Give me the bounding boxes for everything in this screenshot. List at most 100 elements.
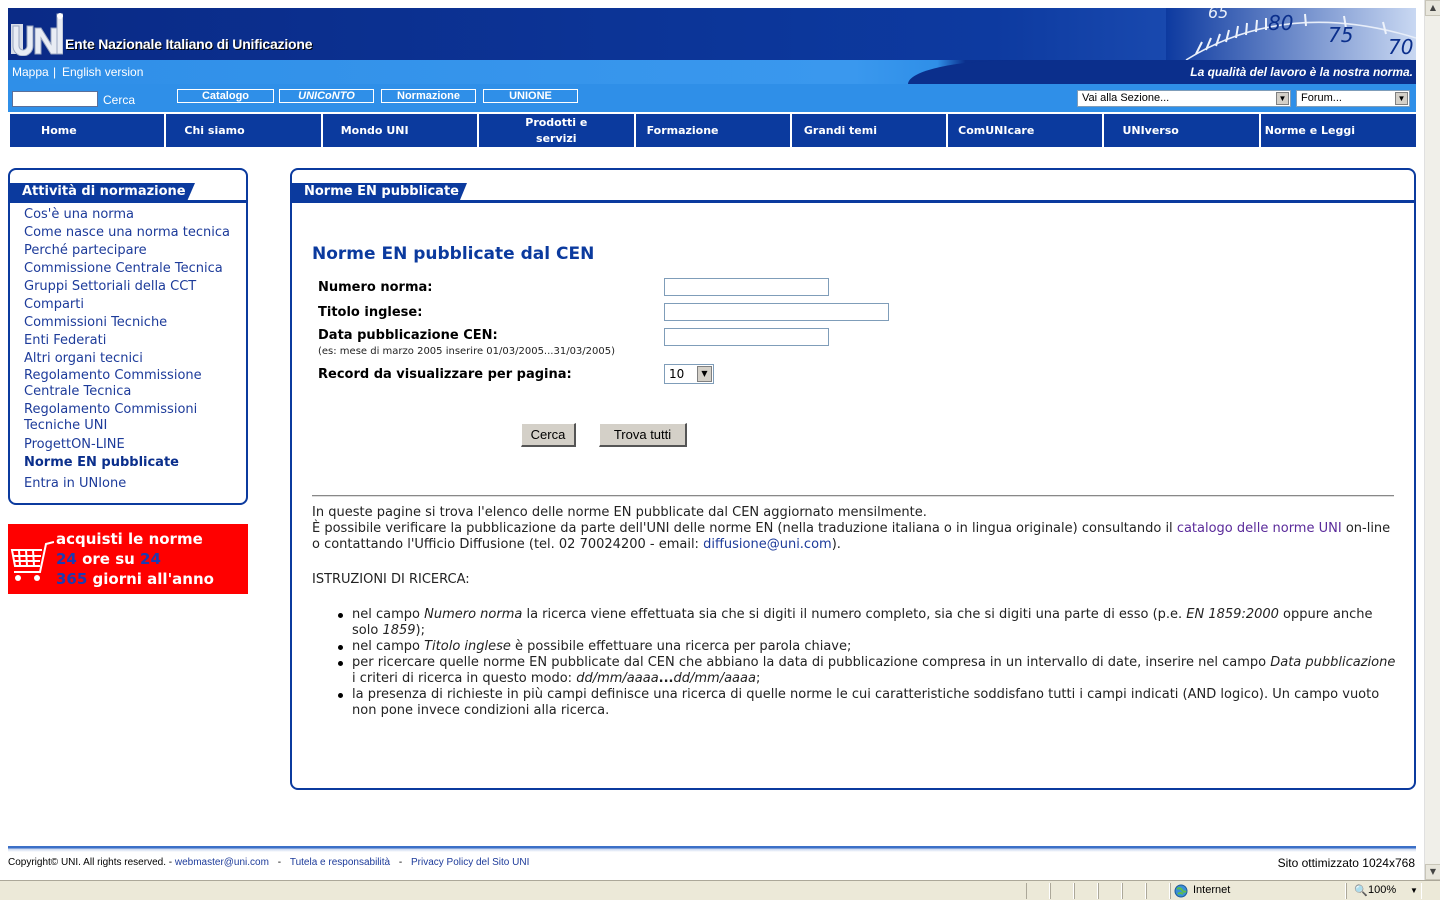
promo-hours-total: 24 [140, 550, 161, 568]
speedometer-graphic: 65 80 75 70 [1166, 8, 1416, 60]
scroll-up-icon[interactable]: ▲ [1425, 0, 1440, 16]
sidebar-menu: Cos'è una norma Come nasce una norma tec… [24, 206, 244, 493]
security-zone: Internet [1193, 884, 1231, 896]
catalogo-norme-link[interactable]: catalogo delle norme UNI [1177, 521, 1342, 536]
email-diffusione-link[interactable]: diffusione@uni.com [703, 537, 832, 552]
promo-line1: acquisti le norme [56, 530, 203, 548]
sidebar-title: Attività di normazione [22, 184, 186, 199]
status-bar: Internet 🔍 100% ▼ [0, 880, 1440, 900]
gauge-number: 75 [1328, 23, 1353, 47]
optimized-note: Sito ottimizzato 1024x768 [1277, 856, 1415, 870]
promo-banner[interactable]: acquisti le norme 24 ore su 24 365 giorn… [8, 524, 248, 594]
sidebar-item[interactable]: ProgettON-LINE [24, 436, 244, 454]
zoom-icon[interactable]: 🔍 [1354, 884, 1368, 897]
numero-norma-input[interactable] [664, 278, 829, 296]
records-per-page-label: Record da visualizzare per pagina: [318, 367, 572, 382]
records-per-page-value: 10 [669, 367, 685, 381]
main-navigation: Home Chi siamo Mondo UNI Prodotti e serv… [10, 114, 1417, 147]
sidebar-item[interactable]: Cos'è una norma [24, 206, 244, 224]
link-separator: | [53, 65, 57, 79]
sidebar-item[interactable]: Perché partecipare [24, 242, 244, 260]
divider [312, 495, 1394, 497]
uni-logo[interactable] [11, 10, 63, 56]
sidebar-panel: Attività di normazione Cos'è una norma C… [8, 168, 248, 505]
content-panel: Norme EN pubblicate Norme EN pubblicate … [290, 168, 1416, 790]
nav-comunicare[interactable]: ComUNIcare [948, 114, 1103, 147]
forum-select-value: Forum... [1301, 92, 1342, 104]
search-input[interactable] [12, 91, 98, 107]
chevron-down-icon[interactable]: ▼ [697, 366, 712, 382]
slogan: La qualità del lavoro è la nostra norma. [1190, 65, 1413, 79]
footer-divider [8, 846, 1416, 852]
chevron-down-icon[interactable]: ▼ [1395, 92, 1408, 105]
nav-universo[interactable]: UNIverso [1104, 114, 1259, 147]
nav-prodotti-servizi[interactable]: Prodotti e servizi [479, 114, 634, 147]
sidebar-item-active[interactable]: Norme EN pubblicate [24, 454, 244, 472]
list-item: per ricercare quelle norme EN pubblicate… [338, 655, 1396, 686]
zoom-level[interactable]: 100% [1368, 884, 1396, 896]
forum-select[interactable]: Forum... ▼ [1296, 90, 1410, 107]
globe-icon [1174, 884, 1188, 898]
webmaster-link[interactable]: webmaster@uni.com [175, 857, 269, 868]
trova-tutti-button[interactable]: Trova tutti [599, 423, 687, 447]
numero-norma-label: Numero norma: [318, 280, 433, 295]
shopping-cart-icon [10, 541, 54, 581]
gauge-number: 80 [1268, 11, 1293, 35]
link-english-version[interactable]: English version [62, 65, 143, 79]
sidebar-item[interactable]: Altri organi tecnici [24, 350, 244, 368]
records-per-page-select[interactable]: 10 ▼ [664, 364, 714, 384]
nav-mondo-uni[interactable]: Mondo UNI [322, 114, 478, 147]
uniconto-button[interactable]: UNICoNTO [279, 89, 374, 103]
sidebar-item[interactable]: Commissione Centrale Tecnica [24, 260, 244, 278]
gauge-number: 70 [1388, 35, 1413, 59]
intro-paragraph-2: È possibile verificare la pubblicazione … [312, 521, 1391, 552]
nav-norme-leggi[interactable]: Norme e Leggi [1260, 114, 1417, 147]
list-item: nel campo Titolo inglese è possibile eff… [338, 639, 1396, 655]
copyright-text: Copyright© UNI. All rights reserved. - [8, 857, 175, 868]
nav-home[interactable]: Home [10, 114, 165, 147]
nav-formazione[interactable]: Formazione [635, 114, 790, 147]
sidebar-item[interactable]: Gruppi Settoriali della CCT [24, 278, 244, 296]
nav-chi-siamo[interactable]: Chi siamo [166, 114, 321, 147]
sidebar-item[interactable]: Commissioni Tecniche [24, 314, 244, 332]
intro-paragraph-1: In queste pagine si trova l'elenco delle… [312, 505, 927, 520]
privacy-link[interactable]: Privacy Policy del Sito UNI [411, 857, 529, 868]
chevron-down-icon[interactable]: ▼ [1276, 92, 1289, 105]
footer-links: Copyright© UNI. All rights reserved. - w… [8, 857, 530, 868]
promo-hours: 24 [56, 550, 77, 568]
list-item: nel campo Numero norma la ricerca viene … [338, 607, 1396, 639]
cerca-button[interactable]: Cerca [521, 423, 576, 447]
section-select[interactable]: Vai alla Sezione... ▼ [1077, 90, 1291, 107]
sidebar-item[interactable]: Regolamento Commissioni Tecniche UNI [24, 402, 244, 436]
chevron-down-icon[interactable]: ▼ [1410, 886, 1418, 895]
tutela-link[interactable]: Tutela e responsabilità [290, 857, 390, 868]
section-select-value: Vai alla Sezione... [1082, 92, 1170, 104]
promo-text: ore su [76, 550, 141, 568]
org-name: Ente Nazionale Italiano di Unificazione [65, 36, 313, 52]
page-title: Norme EN pubblicate dal CEN [312, 244, 595, 264]
sidebar-item[interactable]: Regolamento Commissione Centrale Tecnica [24, 368, 244, 402]
sidebar-item[interactable]: Enti Federati [24, 332, 244, 350]
promo-days: 365 [56, 570, 88, 588]
nav-grandi-temi[interactable]: Grandi temi [791, 114, 947, 147]
titolo-inglese-input[interactable] [664, 303, 889, 321]
sidebar-item[interactable]: Comparti [24, 296, 244, 314]
unione-button[interactable]: UNIONE [483, 89, 578, 103]
link-mappa[interactable]: Mappa [12, 65, 49, 79]
instructions-list: nel campo Numero norma la ricerca viene … [338, 607, 1396, 719]
catalogo-button[interactable]: Catalogo [177, 89, 274, 103]
sidebar-item[interactable]: Come nasce una norma tecnica [24, 224, 244, 242]
site-header: Ente Nazionale Italiano di Unificazione … [8, 8, 1416, 112]
data-pubblicazione-hint: (es: mese di marzo 2005 inserire 01/03/2… [318, 346, 616, 357]
search-link[interactable]: Cerca [103, 93, 135, 107]
gauge-number: 65 [1208, 8, 1228, 22]
content-tab-title: Norme EN pubblicate [304, 184, 459, 199]
normazione-button[interactable]: Normazione [381, 89, 476, 103]
titolo-inglese-label: Titolo inglese: [318, 305, 423, 320]
scroll-down-icon[interactable]: ▼ [1425, 864, 1440, 880]
vertical-scrollbar[interactable]: ▲ ▼ [1424, 0, 1440, 880]
data-pubblicazione-label: Data pubblicazione CEN: [318, 328, 498, 343]
data-pubblicazione-input[interactable] [664, 328, 829, 346]
sidebar-item[interactable]: Entra in UNIone [24, 475, 244, 493]
header-banner: Ente Nazionale Italiano di Unificazione … [8, 8, 1416, 60]
